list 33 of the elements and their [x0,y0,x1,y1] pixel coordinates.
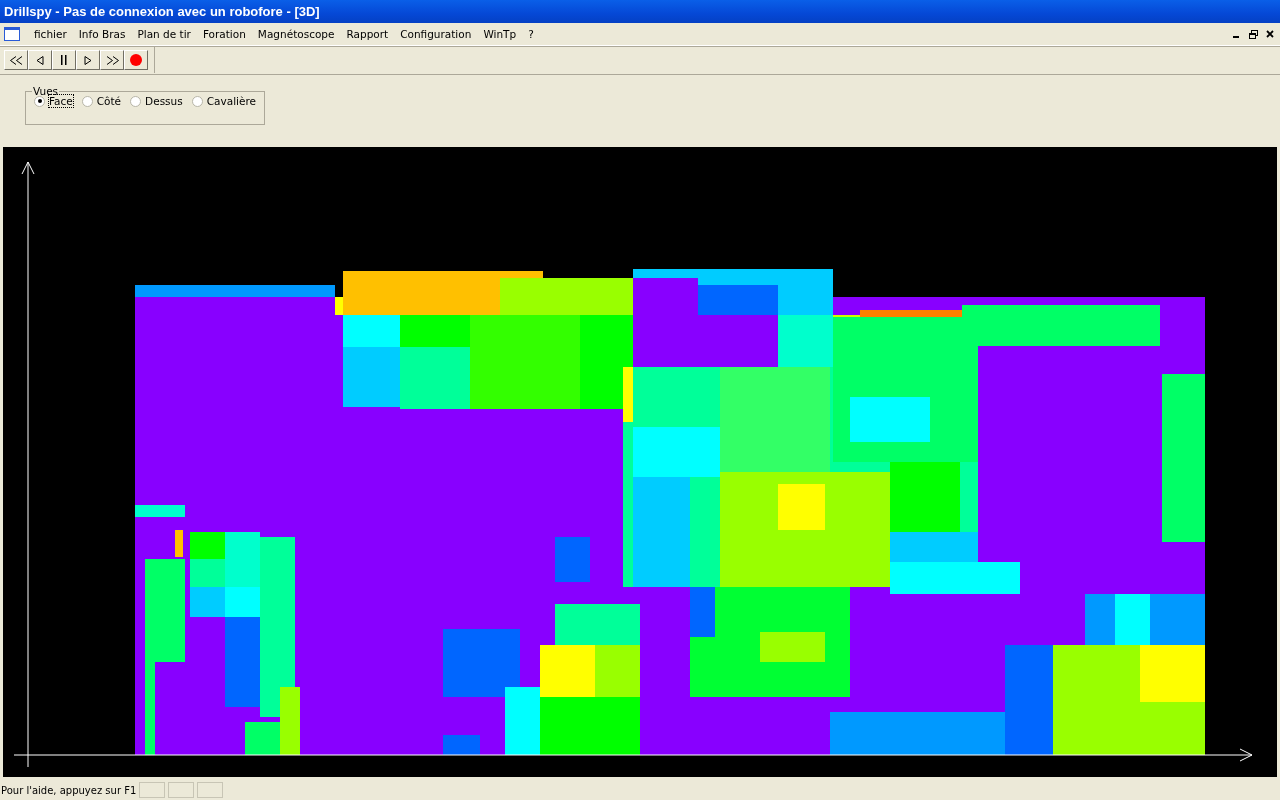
restore-icon [1248,29,1258,39]
play-button[interactable] [76,50,100,70]
step-back-button[interactable] [28,50,52,70]
status-pane [197,782,224,798]
window-title: Drillspy - Pas de connexion avec un robofore - [3D] [4,4,320,19]
menu-item[interactable]: fichier [28,28,73,40]
status-pane [168,782,195,798]
fast-forward-icon [105,55,119,65]
view-radio[interactable]: Dessus [130,95,183,107]
rewind-button[interactable] [4,50,28,70]
document-icon [4,27,20,41]
step-back-icon [36,55,44,65]
rewind-icon [9,55,23,65]
record-button[interactable] [124,50,148,70]
pause-button[interactable] [52,50,76,70]
close-icon [1266,30,1274,38]
record-icon [130,54,142,66]
view-radio[interactable]: Face [34,95,73,107]
view-radio[interactable]: Cavalière [191,95,256,107]
play-icon [84,55,92,65]
menu-item[interactable]: Magnétoscope [251,28,341,40]
view-radio[interactable]: Côté [81,95,122,107]
pause-icon [61,55,67,65]
menu-item[interactable]: Configuration [394,28,478,40]
menu-item[interactable]: ? [522,28,540,40]
fast-forward-button[interactable] [100,50,124,70]
menu-item[interactable]: WinTp [477,28,523,40]
menu-item[interactable]: Info Bras [72,28,132,40]
menu-item[interactable]: Rapport [340,28,395,40]
status-pane [139,782,166,798]
menu-item[interactable]: Plan de tir [131,28,197,40]
menu-item[interactable]: Foration [196,28,252,40]
status-text: Pour l'aide, appuyez sur F1 [0,784,137,796]
